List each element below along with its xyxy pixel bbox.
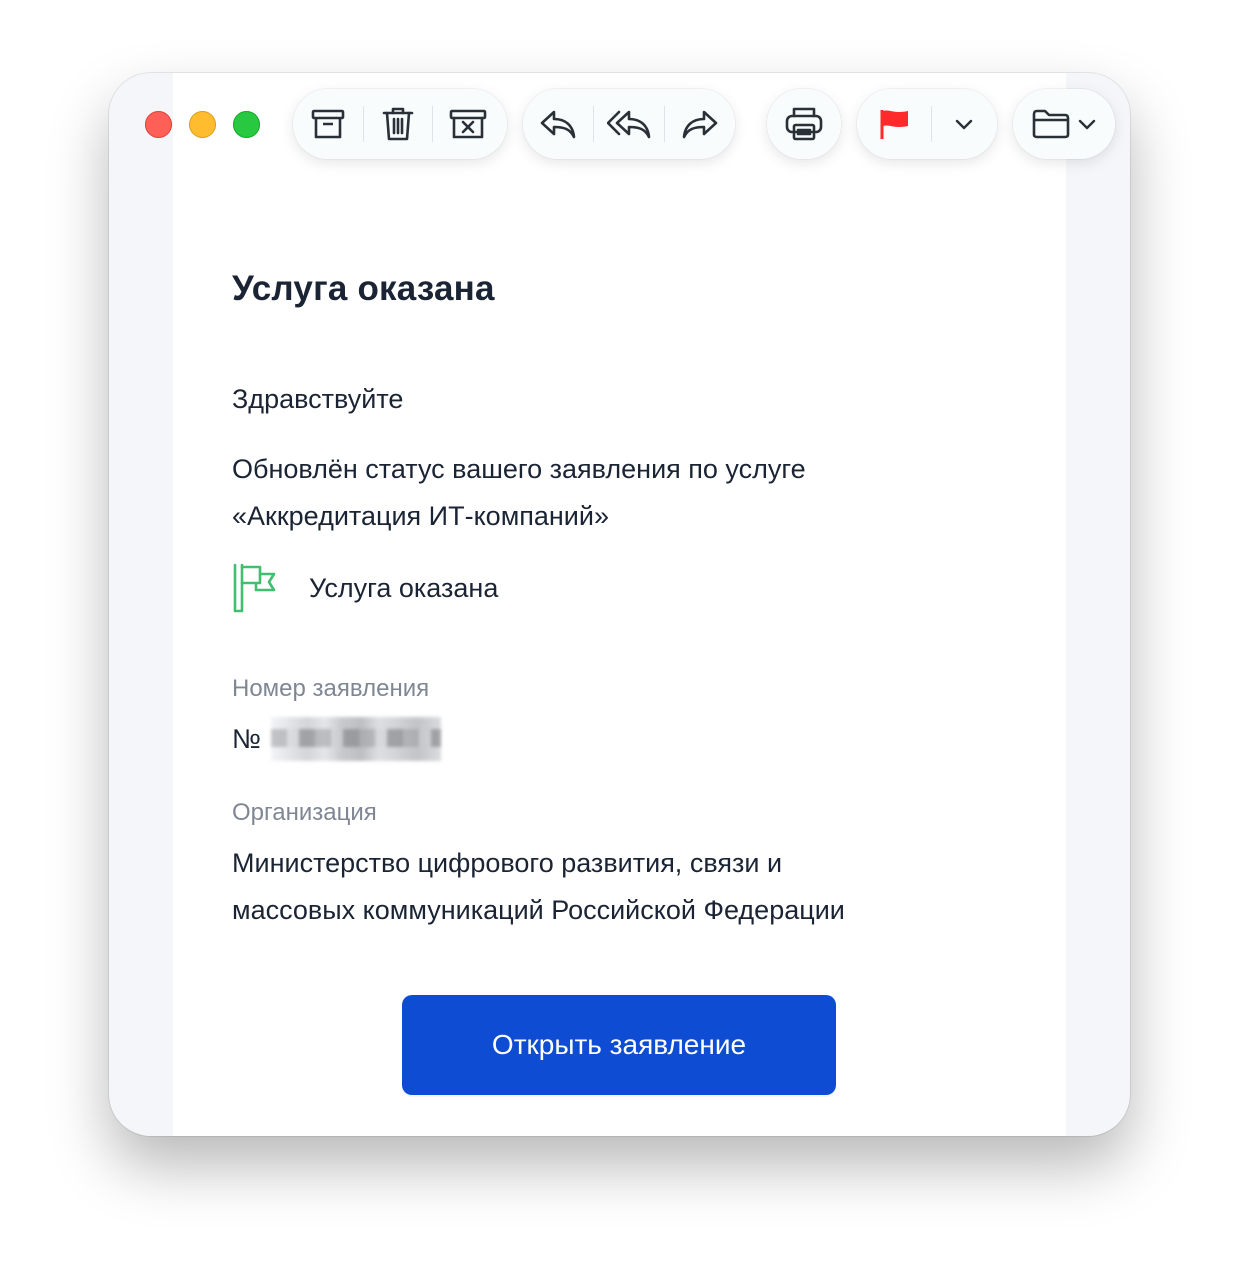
toolbar-group-delete (293, 89, 507, 159)
open-application-button[interactable]: Открыть заявление (402, 995, 836, 1095)
green-flag-icon (233, 563, 276, 613)
toolbar-group-move (1013, 89, 1115, 159)
reply-button[interactable] (523, 89, 593, 159)
print-icon (785, 107, 823, 141)
reply-all-button[interactable] (594, 89, 664, 159)
chevron-down-icon (955, 119, 973, 130)
delete-button[interactable] (364, 89, 432, 159)
application-number-row: № (232, 717, 441, 761)
email-title: Услуга оказана (232, 269, 495, 308)
print-button[interactable] (767, 89, 841, 159)
flag-button[interactable] (857, 89, 931, 159)
flag-icon (880, 110, 908, 139)
archive-button[interactable] (293, 89, 363, 159)
redacted-application-number (270, 717, 441, 761)
folder-icon (1032, 109, 1070, 139)
minimize-window-button[interactable] (189, 111, 216, 138)
forward-button[interactable] (665, 89, 735, 159)
status-message: Обновлён статус вашего заявления по услу… (232, 446, 992, 540)
archive-icon (311, 109, 345, 139)
toolbar-group-reply (523, 89, 735, 159)
toolbar-group-flag (857, 89, 997, 159)
status-row: Услуга оказана (232, 563, 498, 613)
greeting-text: Здравствуйте (232, 384, 404, 414)
toolbar-group-print (767, 89, 841, 159)
mail-window: Услуга оказана Здравствуйте Обновлён ста… (109, 73, 1130, 1136)
organization-line: Министерство цифрового развития, связи и (232, 848, 783, 878)
status-label: Услуга оказана (309, 572, 499, 603)
reply-icon (540, 110, 576, 139)
flag-menu-button[interactable] (932, 89, 996, 159)
close-window-button[interactable] (145, 111, 172, 138)
service-name: «Аккредитация ИТ-компаний» (232, 501, 609, 531)
junk-icon (449, 109, 487, 139)
reply-all-icon (607, 110, 651, 139)
trash-icon (382, 107, 414, 141)
organization-line: массовых коммуникаций Российской Федерац… (232, 895, 845, 925)
organization-name: Министерство цифрового развития, связи и… (232, 840, 1012, 934)
chevron-down-icon (1078, 119, 1096, 130)
forward-icon (682, 110, 718, 139)
move-to-folder-button[interactable] (1013, 89, 1115, 159)
zoom-window-button[interactable] (233, 111, 260, 138)
application-number-caption: Номер заявления (232, 675, 430, 702)
number-sign: № (232, 723, 261, 754)
organization-caption: Организация (232, 799, 377, 826)
status-message-line: Обновлён статус вашего заявления по услу… (232, 454, 806, 484)
junk-button[interactable] (433, 89, 503, 159)
